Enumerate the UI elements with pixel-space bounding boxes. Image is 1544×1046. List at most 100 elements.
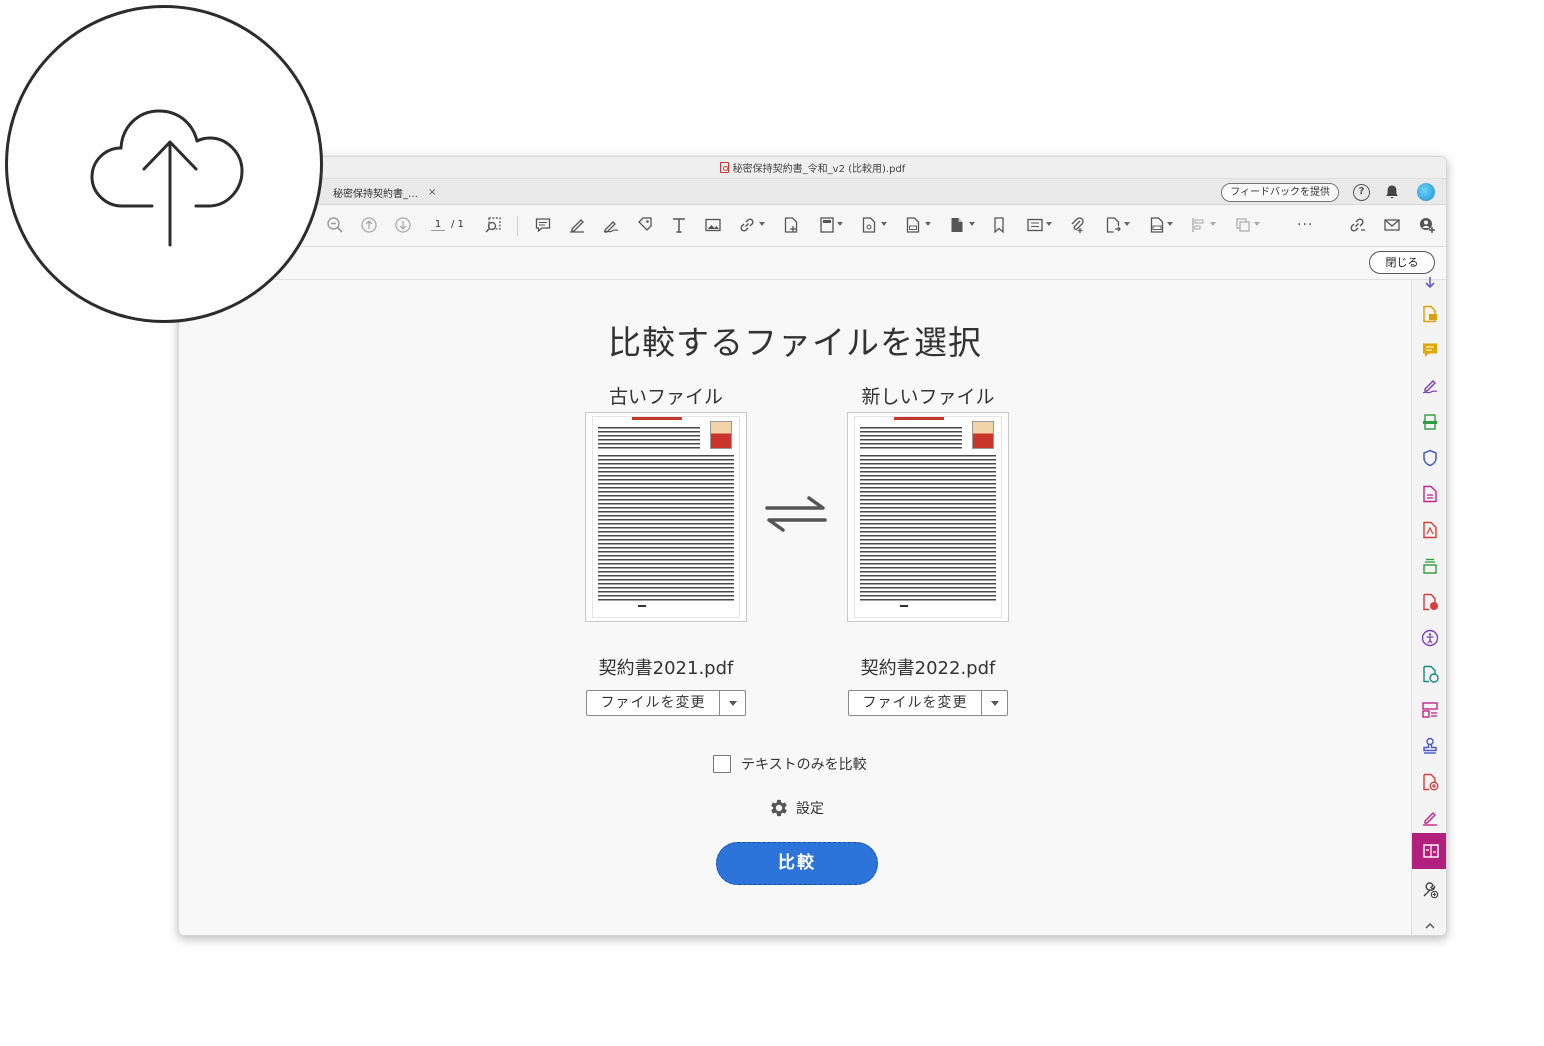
old-change-file-dropdown-icon[interactable] <box>720 691 745 715</box>
share-user-icon[interactable] <box>1417 215 1437 235</box>
create-pdf-icon[interactable] <box>1420 484 1440 504</box>
form-fields-dropdown-icon[interactable] <box>1046 222 1052 226</box>
thumbnail-text-lines <box>598 455 734 603</box>
acrobat-window: 秘密保持契約書_令和_v2 (比較用).pdf 秘密保持契約書_… × フィード… <box>178 156 1447 936</box>
settings-label[interactable]: 設定 <box>796 798 824 818</box>
old-file-label: 古いファイル <box>608 386 723 408</box>
bell-icon[interactable] <box>1384 184 1400 200</box>
new-file-column: 新しいファイル 契約書2022.pdf ファイルを変更 <box>843 382 1013 716</box>
email-icon[interactable] <box>1382 215 1402 235</box>
text-only-label[interactable]: テキストのみを比較 <box>741 754 867 774</box>
stamp-tag-icon[interactable] <box>635 215 655 235</box>
old-file-column: 古いファイル 契約書2021.pdf ファイルを変更 <box>581 382 751 716</box>
bates-numbering-dropdown-icon[interactable] <box>1167 222 1173 226</box>
add-text-icon[interactable] <box>669 215 689 235</box>
export-page-icon[interactable] <box>859 215 879 235</box>
redact-icon[interactable] <box>1420 592 1440 612</box>
collapse-panel-icon[interactable] <box>1420 916 1440 935</box>
marquee-zoom-icon[interactable] <box>483 215 503 235</box>
page-total: / 1 <box>451 219 464 230</box>
align-objects-icon[interactable] <box>1189 215 1209 235</box>
more-tools-icon[interactable]: ··· <box>1297 217 1313 233</box>
attach-file-icon[interactable] <box>1067 215 1087 235</box>
number-pages-icon[interactable] <box>903 215 923 235</box>
link-icon[interactable] <box>737 215 757 235</box>
old-file-thumbnail[interactable] <box>585 412 747 622</box>
page-indicator[interactable]: 1 / 1 <box>431 219 464 231</box>
new-change-file-button[interactable]: ファイルを変更 <box>848 690 1008 716</box>
text-only-option[interactable]: テキストのみを比較 <box>713 754 867 774</box>
main-toolbar: 1 / 1 ··· <box>179 205 1446 247</box>
bookmark-icon[interactable] <box>989 215 1009 235</box>
extract-page-icon[interactable] <box>1103 215 1123 235</box>
thumbnail-footer <box>900 605 908 607</box>
thumbnail-text-lines <box>860 427 962 451</box>
compare-button[interactable]: 比較 <box>716 842 878 885</box>
old-change-file-button[interactable]: ファイルを変更 <box>586 690 746 716</box>
page-title: 比較するファイルを選択 <box>608 323 982 362</box>
thumbnail-photo <box>710 421 732 449</box>
arrange-objects-dropdown-icon[interactable] <box>1254 222 1260 226</box>
organize-icon[interactable] <box>1420 556 1440 576</box>
new-file-name: 契約書2022.pdf <box>860 658 996 679</box>
bates-numbering-icon[interactable] <box>1147 215 1167 235</box>
document-tab[interactable]: 秘密保持契約書_… × <box>319 179 455 205</box>
text-only-checkbox[interactable] <box>713 755 731 773</box>
scan-icon[interactable] <box>1420 412 1440 432</box>
feedback-button[interactable]: フィードバックを提供 <box>1221 183 1339 202</box>
form-fields-icon[interactable] <box>1025 215 1045 235</box>
upload-badge <box>5 5 323 323</box>
thumbnail-text-lines <box>598 427 700 451</box>
accessibility-icon[interactable] <box>1420 628 1440 648</box>
fill-sign-icon[interactable] <box>1420 376 1440 396</box>
stage: 秘密保持契約書_令和_v2 (比較用).pdf 秘密保持契約書_… × フィード… <box>0 0 1544 1046</box>
cloud-upload-icon <box>90 109 244 247</box>
align-objects-dropdown-icon[interactable] <box>1210 222 1216 226</box>
share-link-icon[interactable] <box>1347 215 1367 235</box>
form-icon[interactable] <box>1420 700 1440 720</box>
document-properties-icon[interactable] <box>947 215 967 235</box>
link-dropdown-icon[interactable] <box>759 222 765 226</box>
comment-icon[interactable] <box>1420 340 1440 360</box>
settings-link[interactable]: 設定 <box>768 797 824 819</box>
compare-tool-icon[interactable] <box>1412 833 1446 869</box>
edit-pdf-icon[interactable] <box>1420 520 1440 540</box>
comment-tool-icon[interactable] <box>533 215 553 235</box>
next-page-icon[interactable] <box>393 215 413 235</box>
document-properties-dropdown-icon[interactable] <box>969 222 975 226</box>
scroll-up-icon[interactable] <box>1420 273 1440 293</box>
thumbnail-footer <box>638 605 646 607</box>
new-file-label: 新しいファイル <box>861 386 995 408</box>
new-change-file-label[interactable]: ファイルを変更 <box>849 691 982 715</box>
new-change-file-dropdown-icon[interactable] <box>982 691 1007 715</box>
page-layout-icon[interactable] <box>817 215 837 235</box>
profile-avatar-icon[interactable] <box>1417 183 1435 201</box>
new-file-thumbnail[interactable] <box>847 412 1009 622</box>
close-tab-icon[interactable]: × <box>428 187 436 198</box>
add-file-icon[interactable] <box>1420 772 1440 792</box>
close-tool-button[interactable]: 閉じる <box>1369 251 1435 274</box>
protect-icon[interactable] <box>1420 448 1440 468</box>
compress-icon[interactable] <box>1420 664 1440 684</box>
stamp-icon[interactable] <box>1420 736 1440 756</box>
sign-icon[interactable] <box>1420 808 1440 828</box>
extract-page-dropdown-icon[interactable] <box>1124 222 1130 226</box>
page-current[interactable]: 1 <box>431 219 445 231</box>
export-pdf-icon[interactable] <box>1420 304 1440 324</box>
zoom-out-icon[interactable] <box>325 215 345 235</box>
compare-panel: 比較するファイルを選択 古いファイル 契約書2021.pdf ファイルを変更 新… <box>179 280 1411 935</box>
insert-page-icon[interactable] <box>781 215 801 235</box>
add-image-icon[interactable] <box>703 215 723 235</box>
number-pages-dropdown-icon[interactable] <box>925 222 931 226</box>
window-title: 秘密保持契約書_令和_v2 (比較用).pdf <box>732 164 906 175</box>
highlight-tool-icon[interactable] <box>567 215 587 235</box>
previous-page-icon[interactable] <box>359 215 379 235</box>
tools-icon[interactable] <box>1420 880 1440 900</box>
export-page-dropdown-icon[interactable] <box>881 222 887 226</box>
old-change-file-label[interactable]: ファイルを変更 <box>587 691 720 715</box>
swap-files-icon[interactable] <box>765 494 827 534</box>
page-layout-dropdown-icon[interactable] <box>837 222 843 226</box>
draw-tool-icon[interactable] <box>601 215 621 235</box>
help-icon[interactable]: ? <box>1353 184 1370 201</box>
arrange-objects-icon[interactable] <box>1233 215 1253 235</box>
